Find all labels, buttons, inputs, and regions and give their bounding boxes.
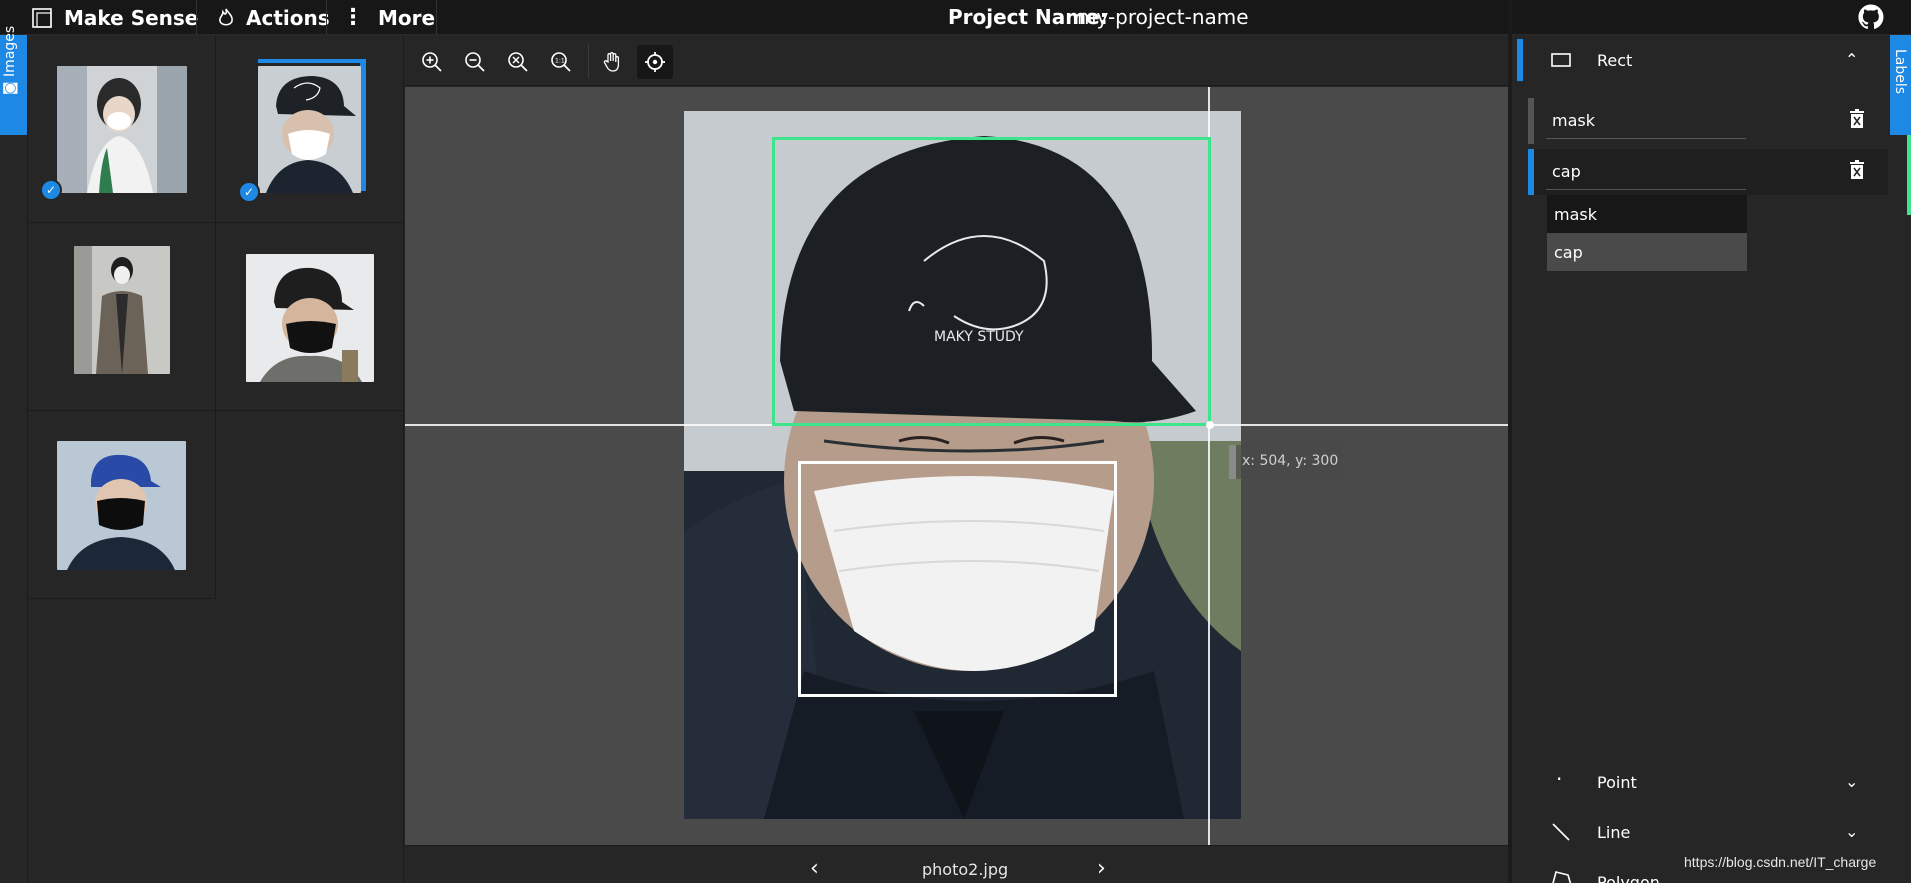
brand-logo-icon xyxy=(32,7,52,28)
thumbnail-image xyxy=(57,441,186,570)
actions-label: Actions xyxy=(246,5,330,30)
zoom-fit-icon xyxy=(508,52,528,72)
crosshair-icon xyxy=(645,52,665,72)
label-row-indicator xyxy=(1528,98,1534,144)
bounding-box-cap[interactable] xyxy=(772,137,1214,429)
images-tab-label: ◙ Images xyxy=(2,26,18,95)
zoom-out-icon xyxy=(465,52,485,72)
fire-icon xyxy=(219,8,233,26)
project-name-value[interactable]: my-project-name xyxy=(1077,5,1249,29)
thumbnail-image xyxy=(258,66,361,193)
scroll-indicator xyxy=(1907,135,1911,215)
github-icon[interactable] xyxy=(1856,2,1886,32)
editor-toolbar: 1:1 xyxy=(405,36,1508,86)
pan-hand-icon xyxy=(603,52,620,72)
label-underline xyxy=(1546,138,1746,139)
label-name[interactable]: mask xyxy=(1552,111,1595,130)
thumbnail-cell[interactable]: ✓ xyxy=(28,35,216,223)
brand-name: Make Sense xyxy=(64,5,199,30)
line-icon xyxy=(1552,823,1570,841)
right-panel-scrollbar[interactable] xyxy=(1890,135,1911,883)
nav-divider xyxy=(196,0,197,35)
more-label: More xyxy=(378,5,436,30)
images-tab-text: Images xyxy=(2,25,18,77)
label-underline xyxy=(1546,189,1746,190)
point-section-title: Point xyxy=(1597,773,1637,792)
images-panel: ✓ ✓ xyxy=(28,35,404,883)
cursor-coordinates: x: 504, y: 300 xyxy=(1229,445,1345,479)
image-navigation-bar: ‹ photo2.jpg › xyxy=(405,845,1508,883)
images-side-tab[interactable]: ◙ Images xyxy=(0,26,27,135)
top-navigation-bar: Make Sense Actions ⋮ More Project Name: … xyxy=(0,0,1911,35)
chevron-down-icon: ⌄ xyxy=(1845,872,1859,883)
label-row-indicator-active xyxy=(1528,149,1534,195)
bounding-box-mask[interactable] xyxy=(798,461,1117,697)
thumbnail-image xyxy=(246,254,374,382)
toolbar-divider xyxy=(588,44,589,78)
zoom-in-button[interactable] xyxy=(414,45,450,79)
label-dropdown[interactable]: mask cap xyxy=(1547,195,1747,271)
polygon-section-title: Polygon xyxy=(1597,873,1660,883)
section-active-indicator xyxy=(1517,39,1523,81)
delete-label-icon[interactable] xyxy=(1846,108,1868,130)
zoom-actual-icon: 1:1 xyxy=(551,52,571,72)
pan-button[interactable] xyxy=(594,45,630,79)
more-menu[interactable]: ⋮ More xyxy=(342,0,435,35)
polygon-icon xyxy=(1552,871,1572,883)
label-name[interactable]: cap xyxy=(1552,162,1581,181)
chevron-down-icon: ⌄ xyxy=(1845,822,1859,841)
actions-menu[interactable]: Actions xyxy=(216,0,330,35)
dropdown-option-cap[interactable]: cap xyxy=(1547,233,1747,271)
labels-tab-text: Labels xyxy=(1892,49,1908,95)
nav-divider xyxy=(436,0,437,35)
thumbnail-cell[interactable] xyxy=(28,411,216,599)
dropdown-option-mask[interactable]: mask xyxy=(1547,195,1747,233)
svg-text:1:1: 1:1 xyxy=(555,58,565,65)
camera-icon: ◙ xyxy=(2,81,18,95)
kebab-icon: ⋮ xyxy=(342,5,364,30)
check-badge-icon: ✓ xyxy=(40,179,62,201)
chevron-up-icon: ⌃ xyxy=(1845,50,1859,69)
image-canvas[interactable]: MAKY STUDY x: 504, y: 300 xyxy=(405,87,1508,845)
current-filename: photo2.jpg xyxy=(922,860,1009,879)
zoom-actual-button[interactable]: 1:1 xyxy=(543,45,579,79)
brand[interactable]: Make Sense xyxy=(30,0,198,35)
thumbnail-cell-selected[interactable]: ✓ xyxy=(216,35,404,223)
crosshair-button[interactable] xyxy=(637,45,673,79)
point-section-header[interactable]: · Point ⌄ xyxy=(1512,757,1890,807)
rect-icon xyxy=(1551,53,1571,67)
labels-panel: Rect ⌃ mask cap · Point ⌄ Line ⌄ Polygon… xyxy=(1512,35,1890,883)
thumbnail-cell[interactable] xyxy=(216,223,404,411)
thumbnail-image xyxy=(74,246,170,374)
line-section-title: Line xyxy=(1597,823,1631,842)
previous-image-button[interactable]: ‹ xyxy=(810,856,819,881)
delete-label-icon[interactable] xyxy=(1846,159,1868,181)
next-image-button[interactable]: › xyxy=(1097,856,1106,881)
line-section-header[interactable]: Line ⌄ xyxy=(1512,807,1890,857)
check-badge-icon: ✓ xyxy=(238,181,260,203)
point-icon: · xyxy=(1556,767,1563,791)
chevron-down-icon: ⌄ xyxy=(1845,772,1859,791)
bbox-resize-handle[interactable] xyxy=(1206,421,1214,429)
label-row-cap[interactable]: cap xyxy=(1528,149,1888,195)
thumbnail-cell[interactable] xyxy=(28,223,216,411)
thumbnail-image xyxy=(57,66,187,193)
rect-section-title: Rect xyxy=(1597,51,1633,70)
labels-side-tab[interactable]: Labels xyxy=(1890,35,1911,135)
zoom-fit-button[interactable] xyxy=(500,45,536,79)
nav-divider xyxy=(326,0,327,35)
zoom-out-button[interactable] xyxy=(457,45,493,79)
watermark-text: https://blog.csdn.net/IT_charge xyxy=(1684,854,1877,870)
rect-section-header[interactable]: Rect ⌃ xyxy=(1512,35,1890,85)
label-row-mask[interactable]: mask xyxy=(1528,98,1888,144)
zoom-in-icon xyxy=(422,52,442,72)
